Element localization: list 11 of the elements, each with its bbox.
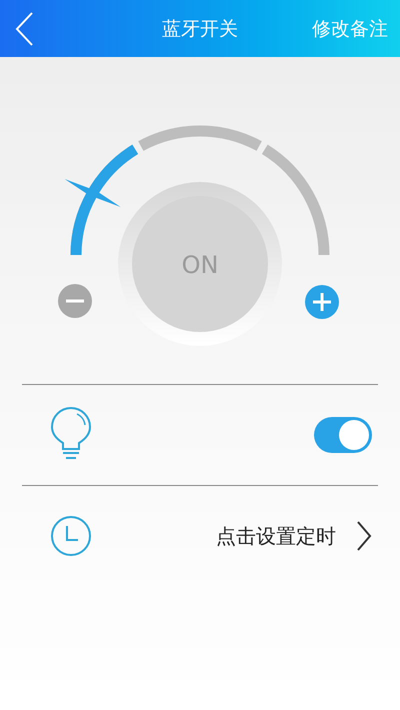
chevron-right-icon[interactable] <box>356 520 372 552</box>
dial-fill[interactable] <box>64 144 138 256</box>
edit-note-button[interactable]: 修改备注 <box>312 16 388 42</box>
plus-button[interactable] <box>305 285 339 319</box>
back-icon[interactable] <box>14 10 34 46</box>
page-title: 蓝牙开关 <box>162 16 238 42</box>
light-toggle[interactable] <box>314 417 372 453</box>
power-knob[interactable]: ON <box>118 182 282 346</box>
set-timer-button[interactable]: 点击设置定时 <box>216 522 336 550</box>
minus-button[interactable] <box>58 284 92 318</box>
clock-icon <box>50 515 92 557</box>
